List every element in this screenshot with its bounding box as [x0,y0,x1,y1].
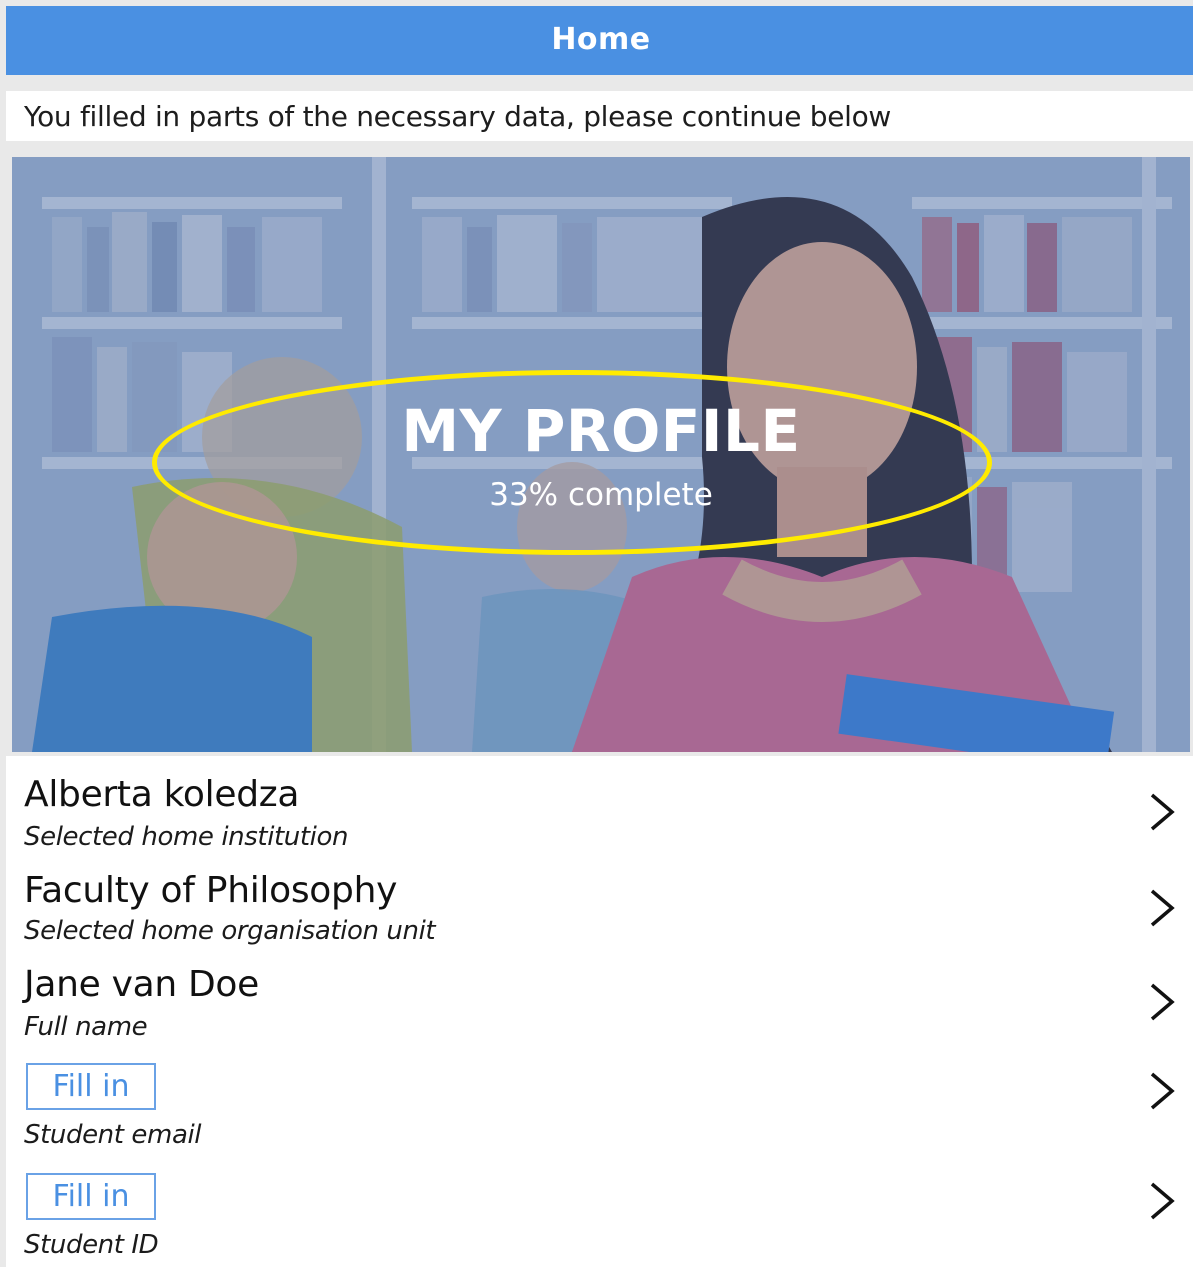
list-item-student-email[interactable]: Fill in Student email [6,1058,1193,1158]
item-caption: Student ID [24,1230,159,1260]
list-item-home-institution[interactable]: Alberta koledza Selected home institutio… [6,766,1193,856]
item-caption: Student email [24,1120,202,1150]
chevron-right-icon [1150,1072,1175,1110]
item-caption: Full name [24,1012,148,1042]
chevron-right-icon [1150,793,1175,831]
profile-hero-banner[interactable]: MY PROFILE 33% complete [12,157,1190,752]
list-item-full-name[interactable]: Jane van Doe Full name [6,958,1193,1048]
item-caption: Selected home organisation unit [24,916,436,946]
notice-text: You filled in parts of the necessary dat… [24,99,892,133]
item-value: Jane van Doe [24,964,260,1005]
fill-in-button[interactable]: Fill in [26,1173,156,1220]
fill-in-button[interactable]: Fill in [26,1063,156,1110]
progress-notice: You filled in parts of the necessary dat… [6,91,1193,141]
list-item-student-id[interactable]: Fill in Student ID [6,1168,1193,1267]
profile-list: Alberta koledza Selected home institutio… [6,756,1193,1267]
item-caption: Selected home institution [24,822,349,852]
item-value: Alberta koledza [24,774,300,815]
page-title: Home [551,22,651,57]
app-page: Home You filled in parts of the necessar… [6,6,1193,1267]
list-item-organisation-unit[interactable]: Faculty of Philosophy Selected home orga… [6,862,1193,952]
chevron-right-icon [1150,983,1175,1021]
chevron-right-icon [1150,889,1175,927]
highlight-ellipse [152,370,992,555]
chevron-right-icon [1150,1182,1175,1220]
app-header: Home [6,6,1193,75]
item-value: Faculty of Philosophy [24,870,398,911]
